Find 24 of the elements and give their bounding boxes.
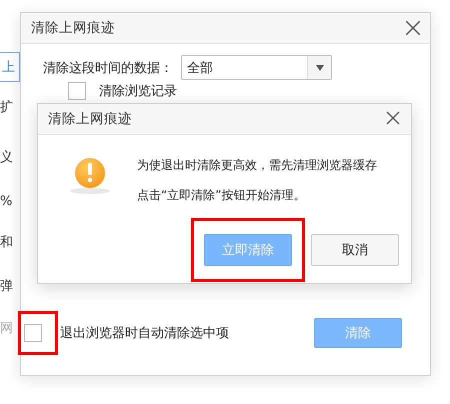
page-text: 义 bbox=[0, 149, 13, 166]
option-label: 清除浏览记录 bbox=[99, 83, 177, 100]
checkbox[interactable] bbox=[68, 82, 86, 100]
close-icon bbox=[385, 110, 401, 126]
message-text: 点击“立即清除”按钮开始清理。 bbox=[137, 187, 306, 204]
page-text: 和 bbox=[0, 234, 13, 251]
cancel-button[interactable]: 取消 bbox=[311, 234, 399, 266]
clear-button[interactable]: 清除 bbox=[314, 318, 402, 348]
message-text: 为使退出时清除更高效，需先清理浏览器缓存 bbox=[137, 157, 377, 174]
close-icon bbox=[404, 19, 422, 37]
auto-clear-label: 退出浏览器时自动清除选中项 bbox=[60, 325, 229, 342]
clear-now-button[interactable]: 立即清除 bbox=[204, 234, 292, 266]
warning-icon bbox=[68, 155, 112, 195]
checkbox[interactable] bbox=[24, 324, 42, 342]
page-text: 网 bbox=[0, 320, 13, 337]
dialog-title: 清除上网痕迹 bbox=[31, 19, 115, 37]
time-range-select[interactable]: 全部 bbox=[181, 55, 332, 80]
caret-icon bbox=[316, 64, 324, 70]
page-text: 弹 bbox=[0, 278, 13, 295]
page-text: 扩 bbox=[0, 99, 13, 116]
page-text: % bbox=[0, 194, 12, 208]
time-range-label: 清除这段时间的数据： bbox=[43, 60, 173, 76]
dialog-title: 清除上网痕迹 bbox=[48, 110, 132, 128]
close-button[interactable] bbox=[404, 19, 422, 37]
